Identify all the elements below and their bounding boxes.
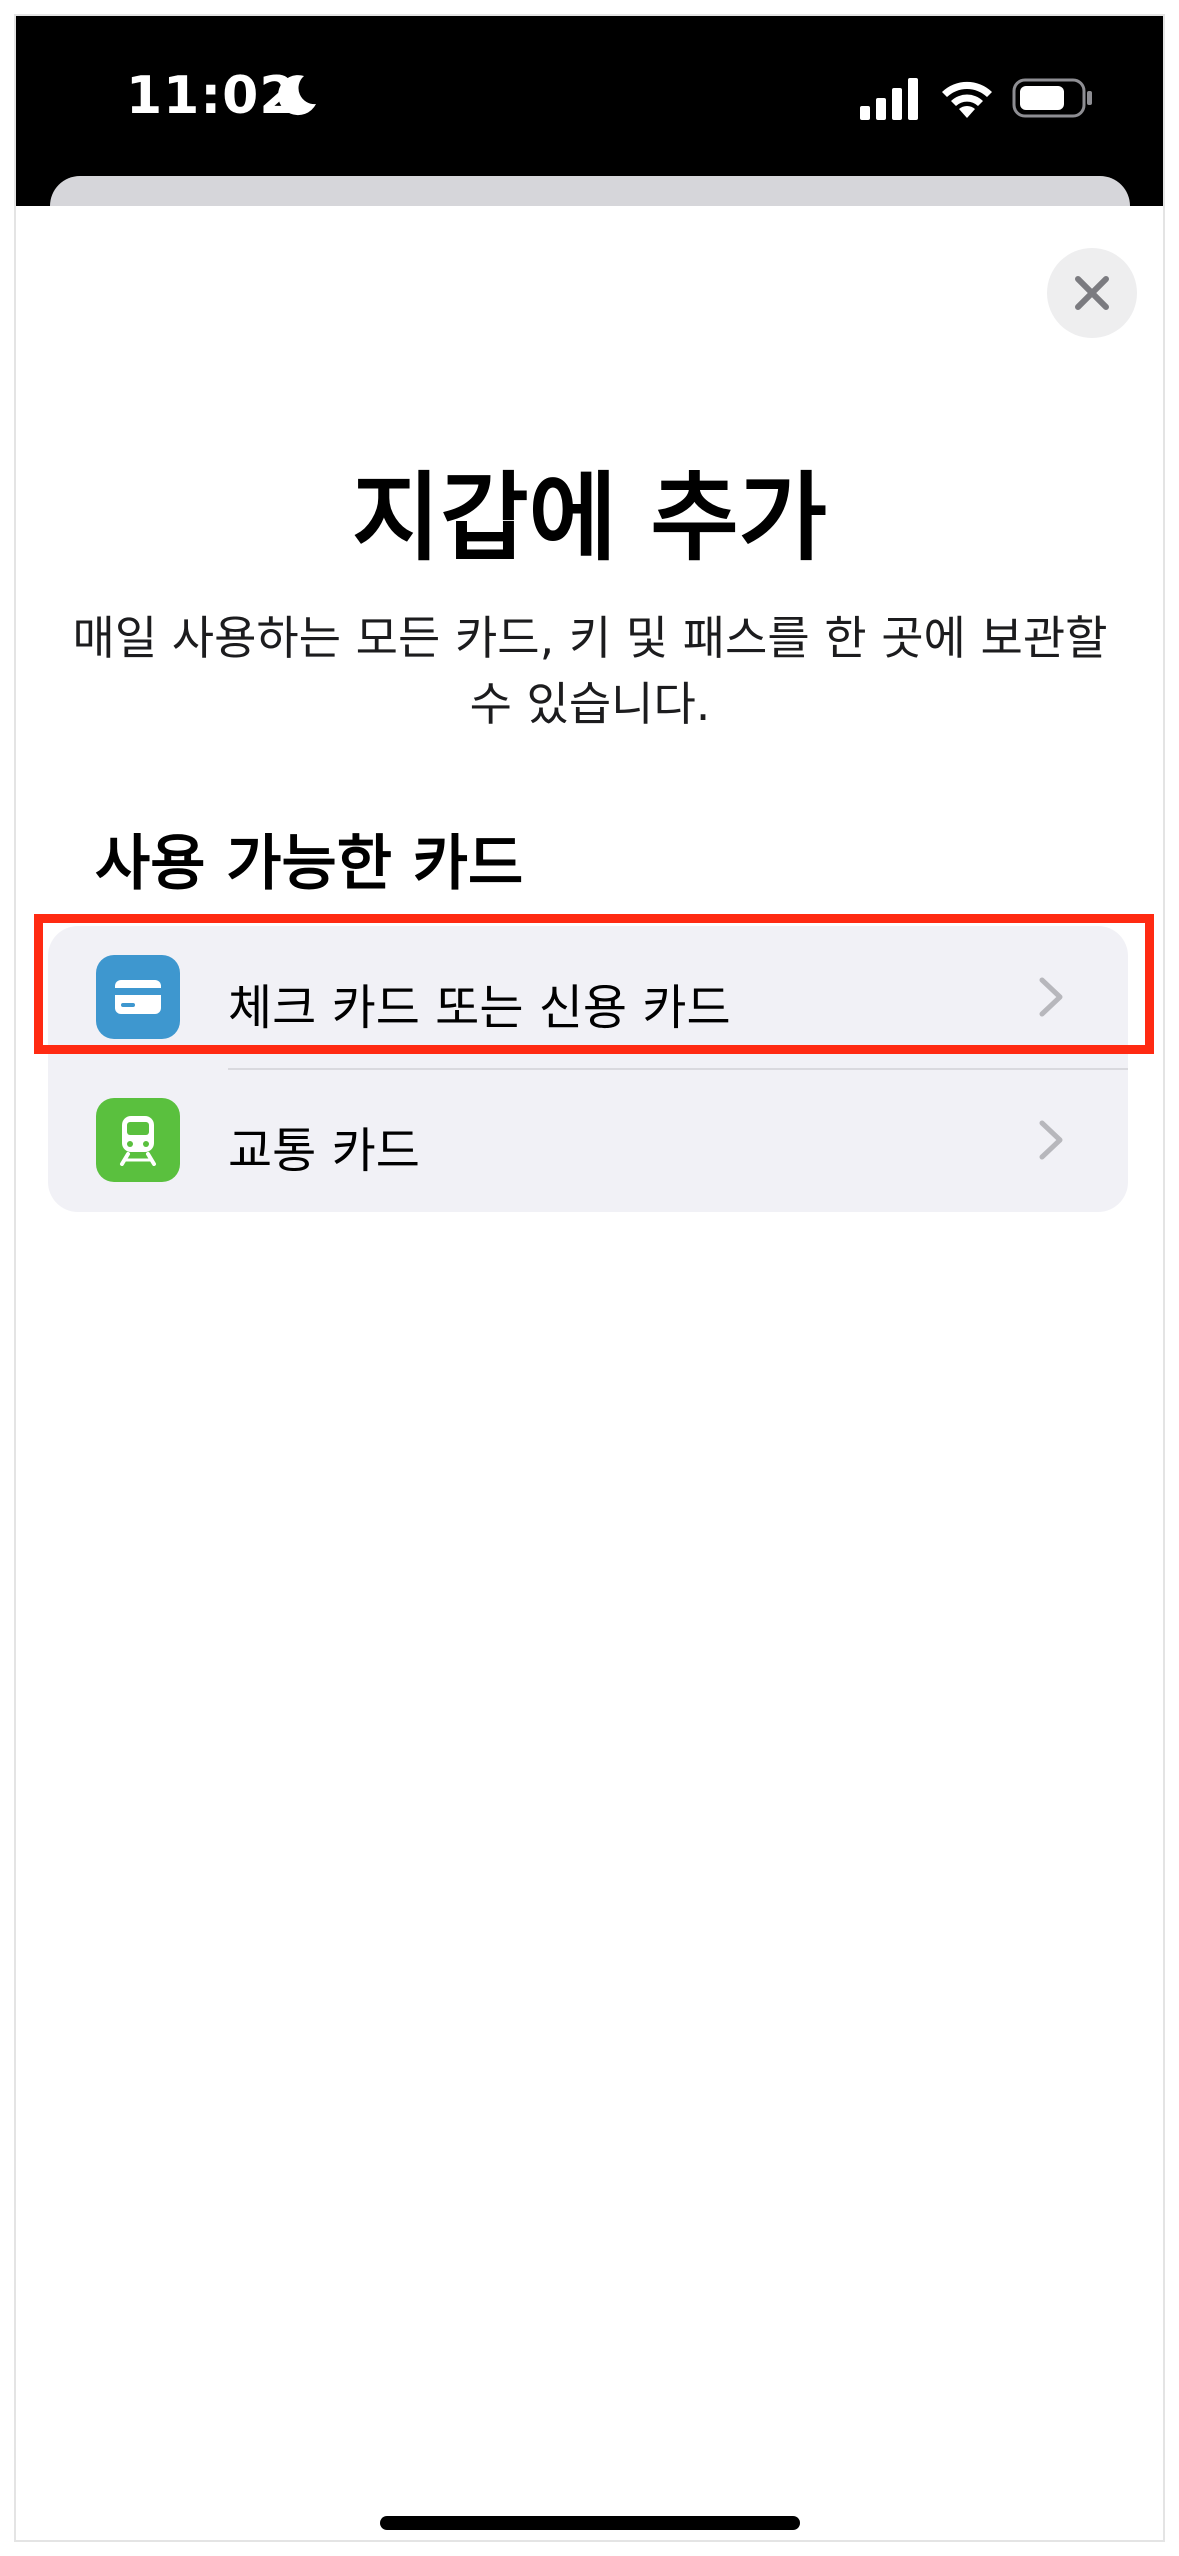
status-time: 11:02 bbox=[126, 66, 297, 126]
page-subtitle: 매일 사용하는 모든 카드, 키 및 패스를 한 곳에 보관할 수 있습니다. bbox=[72, 611, 1108, 731]
available-cards-list: 체크 카드 또는 신용 카드 교통 카드 bbox=[48, 926, 1128, 1212]
home-indicator[interactable] bbox=[380, 2516, 800, 2530]
chevron-right-icon bbox=[1039, 1120, 1063, 1160]
cellular-signal-icon bbox=[860, 78, 918, 120]
list-item-label: 교통 카드 bbox=[228, 1123, 420, 1179]
train-icon-tile bbox=[96, 1098, 180, 1182]
list-item-debit-credit-card[interactable]: 체크 카드 또는 신용 카드 bbox=[48, 926, 1128, 1070]
section-heading: 사용 가능한 카드 bbox=[95, 829, 524, 899]
close-button[interactable] bbox=[1047, 248, 1137, 338]
credit-card-icon-tile bbox=[96, 955, 180, 1039]
chevron-right-icon bbox=[1039, 977, 1063, 1017]
moon-icon bbox=[278, 75, 316, 116]
list-item-label: 체크 카드 또는 신용 카드 bbox=[228, 980, 731, 1036]
train-icon bbox=[120, 1116, 156, 1166]
credit-card-icon bbox=[115, 980, 161, 1014]
battery-icon bbox=[1012, 78, 1092, 118]
close-icon bbox=[1075, 276, 1109, 310]
page-title: 지갑에 추가 bbox=[351, 462, 828, 574]
list-item-transit-card[interactable]: 교통 카드 bbox=[48, 1069, 1128, 1211]
wifi-icon bbox=[942, 81, 992, 118]
